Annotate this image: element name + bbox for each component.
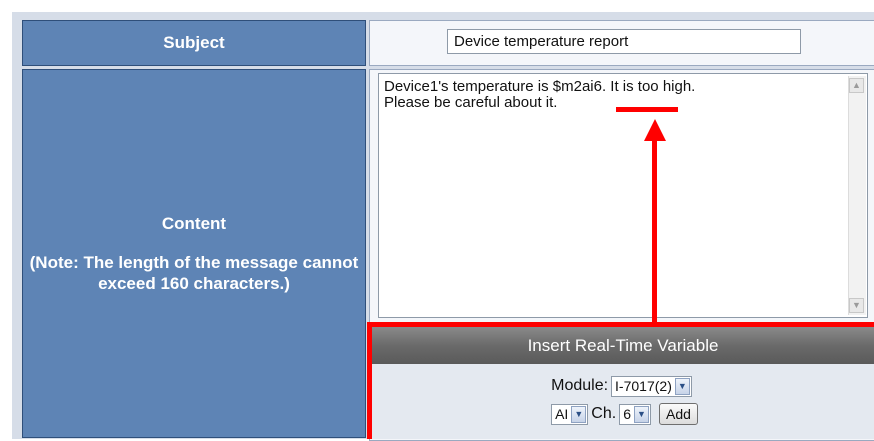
chevron-down-icon: ▼ — [571, 405, 587, 423]
channel-row: AI ▼ Ch. 6 ▼ Add — [372, 401, 874, 427]
highlight-box-left — [367, 322, 372, 439]
message-scrollbar[interactable] — [848, 76, 866, 315]
chevron-down-icon: ▼ — [634, 405, 649, 423]
content-length-note: (Note: The length of the message cannot … — [29, 252, 359, 293]
channel-select[interactable]: 6 ▼ — [619, 403, 651, 425]
scroll-up-icon[interactable]: ▲ — [849, 78, 864, 93]
io-type-select-value: AI — [555, 406, 569, 422]
variable-underline — [616, 107, 678, 112]
module-row: Module: I-7017(2) ▼ — [372, 374, 874, 398]
subject-label-cell: Subject — [22, 20, 366, 66]
subject-label: Subject — [163, 33, 225, 52]
channel-label: Ch. — [591, 405, 617, 422]
arrow-up-icon — [644, 119, 666, 141]
module-select-value: I-7017(2) — [615, 378, 672, 394]
add-button[interactable]: Add — [659, 403, 698, 425]
chevron-down-icon: ▼ — [674, 377, 690, 395]
module-label: Module: — [551, 377, 609, 394]
scroll-down-icon[interactable]: ▼ — [849, 298, 864, 313]
content-label-cell: Content (Note: The length of the message… — [22, 69, 366, 438]
module-select[interactable]: I-7017(2) ▼ — [611, 375, 692, 397]
channel-select-value: 6 — [623, 406, 631, 422]
insert-variable-header: Insert Real-Time Variable — [372, 327, 874, 364]
io-type-select[interactable]: AI ▼ — [551, 403, 589, 425]
annotation-arrow-shaft — [652, 140, 657, 322]
highlight-box-top — [367, 322, 874, 327]
content-label: Content — [161, 213, 227, 233]
subject-input[interactable] — [447, 29, 801, 54]
